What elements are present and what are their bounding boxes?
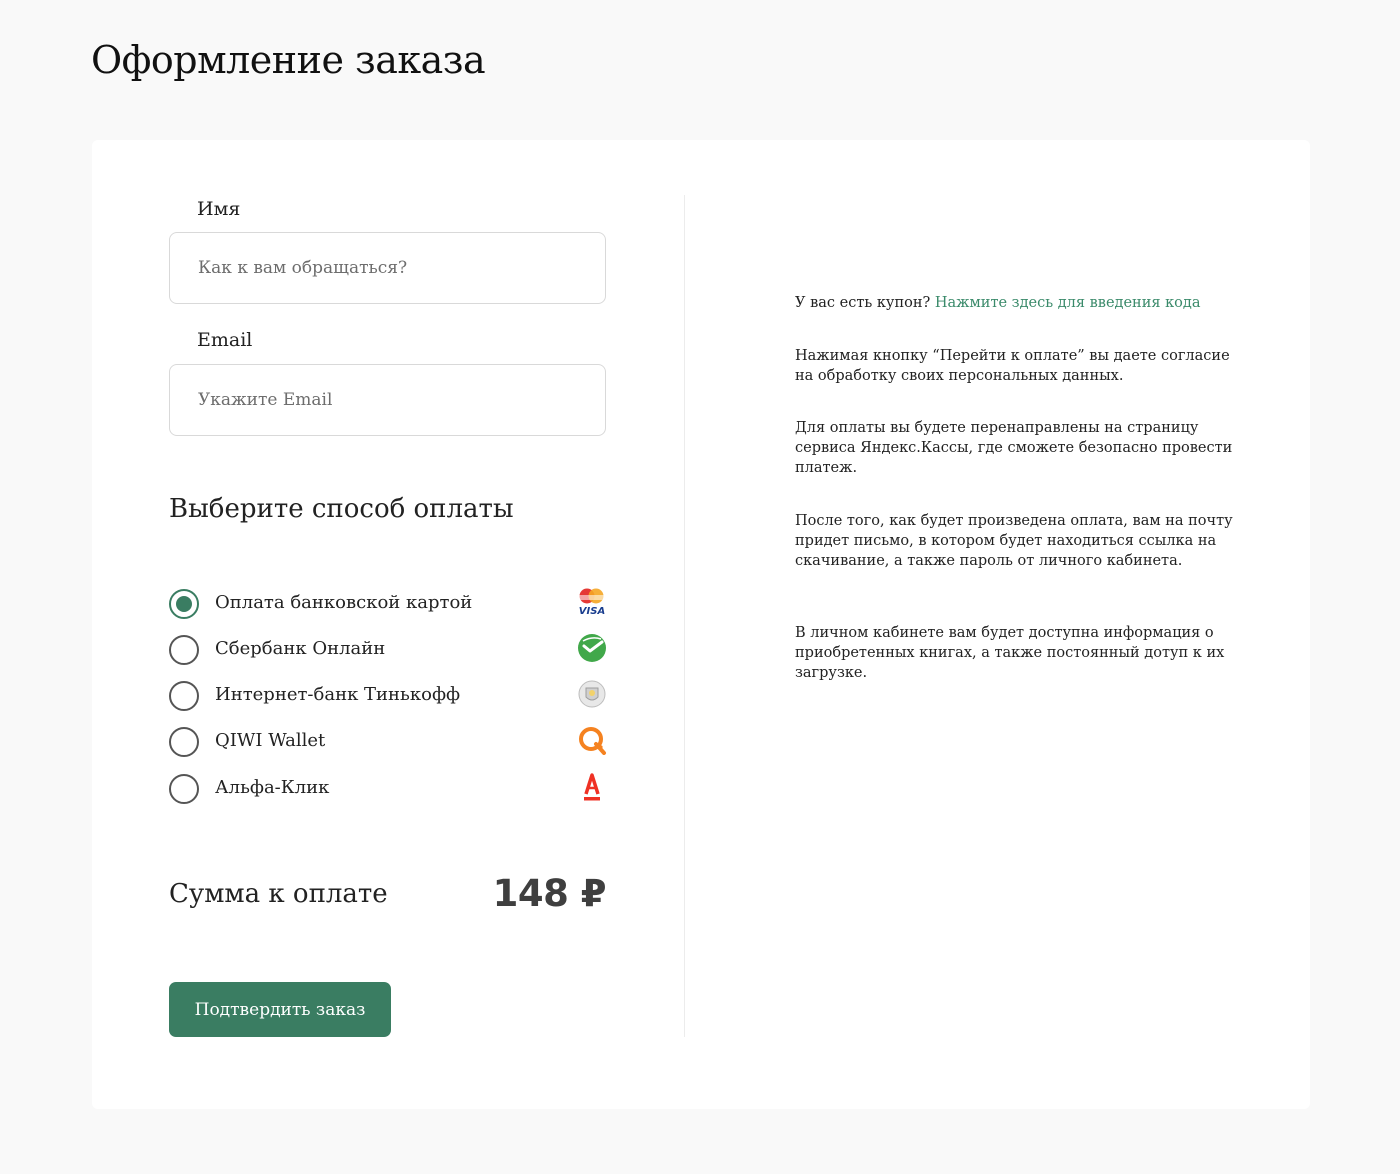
mastercard-visa-icon: VISA	[578, 588, 606, 617]
name-input[interactable]	[169, 232, 606, 304]
column-divider	[684, 195, 685, 1037]
total-amount: 148 ₽	[492, 872, 607, 915]
sberbank-icon	[578, 634, 606, 662]
payment-option-qiwi[interactable]: QIWI Wallet	[169, 725, 607, 759]
coupon-text: У вас есть купон?	[795, 295, 931, 311]
account-info-text: В личном кабинете вам будет доступна инф…	[795, 625, 1225, 681]
coupon-link[interactable]: Нажмите здесь для введения кода	[935, 295, 1201, 311]
payment-radio-card[interactable]	[169, 589, 199, 619]
payment-option-label: Альфа-Клик	[215, 777, 330, 798]
payment-option-label: Оплата банковской картой	[215, 592, 473, 613]
consent-text: Нажимая кнопку “Перейти к оплате” вы дае…	[795, 348, 1230, 384]
page-title: Оформление заказа	[91, 38, 486, 82]
payment-option-alfa[interactable]: Альфа-Клик	[169, 772, 607, 806]
confirm-order-button[interactable]: Подтвердить заказ	[169, 982, 391, 1037]
qiwi-icon	[579, 727, 606, 755]
payment-radio-tinkoff[interactable]	[169, 681, 199, 711]
alfa-bank-icon	[584, 773, 600, 801]
email-label: Email	[197, 329, 253, 351]
payment-option-label: Сбербанк Онлайн	[215, 638, 386, 659]
checkout-card: Имя Email Выберите способ оплаты Оплата …	[92, 140, 1310, 1109]
svg-text:VISA: VISA	[579, 606, 605, 617]
info-paragraph: В личном кабинете вам будет доступна инф…	[795, 623, 1245, 683]
payment-radio-alfa[interactable]	[169, 774, 199, 804]
email-input[interactable]	[169, 364, 606, 436]
payment-method-title: Выберите способ оплаты	[169, 494, 514, 524]
payment-option-card[interactable]: Оплата банковской картой VISA	[169, 587, 607, 621]
total-label: Сумма к оплате	[169, 879, 388, 909]
coupon-notice: У вас есть купон? Нажмите здесь для введ…	[795, 293, 1245, 313]
payment-radio-qiwi[interactable]	[169, 727, 199, 757]
payment-option-label: Интернет-банк Тинькофф	[215, 684, 461, 705]
redirect-text: Для оплаты вы будете перенаправлены на с…	[795, 420, 1233, 476]
info-paragraph: Нажимая кнопку “Перейти к оплате” вы дае…	[795, 346, 1245, 386]
tinkoff-icon	[578, 680, 606, 708]
email-notice-text: После того, как будет произведена оплата…	[795, 513, 1233, 569]
info-paragraph: Для оплаты вы будете перенаправлены на с…	[795, 418, 1245, 478]
name-label: Имя	[197, 198, 241, 220]
payment-option-tinkoff[interactable]: Интернет-банк Тинькофф	[169, 679, 607, 713]
info-paragraph: После того, как будет произведена оплата…	[795, 511, 1245, 571]
payment-option-sberbank[interactable]: Сбербанк Онлайн	[169, 633, 607, 667]
payment-radio-sberbank[interactable]	[169, 635, 199, 665]
payment-option-label: QIWI Wallet	[215, 730, 326, 751]
